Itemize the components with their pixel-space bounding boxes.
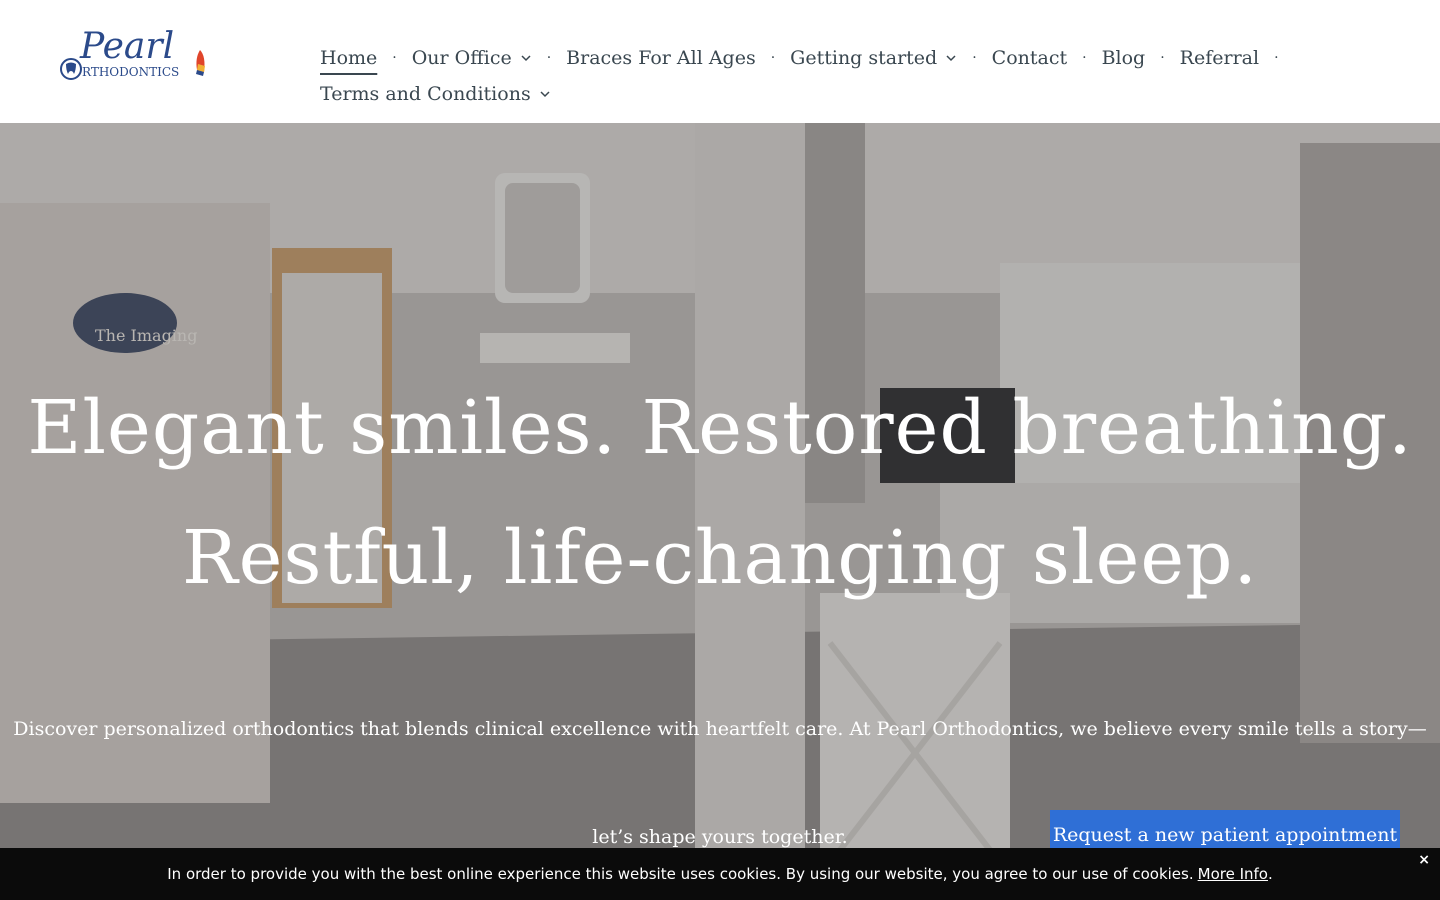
- svg-text:Pearl: Pearl: [79, 26, 174, 67]
- nav-row-2: Terms and Conditions: [320, 76, 1320, 112]
- nav-separator: ·: [1274, 50, 1279, 66]
- cookie-text: In order to provide you with the best on…: [167, 865, 1194, 883]
- nav-separator: ·: [1160, 50, 1165, 66]
- chevron-down-icon: [520, 52, 532, 64]
- nav-separator: ·: [546, 50, 552, 66]
- chevron-down-icon: [945, 52, 957, 64]
- nav-item-referral[interactable]: Referral: [1180, 47, 1259, 69]
- nav-item-terms[interactable]: Terms and Conditions: [320, 83, 551, 105]
- hero-headline-2: Restful, life-changing sleep.: [181, 515, 1259, 601]
- nav-item-blog[interactable]: Blog: [1102, 47, 1146, 69]
- nav-item-home[interactable]: Home: [320, 47, 377, 69]
- hero-headline-1: Elegant smiles. Restored breathing.: [27, 385, 1413, 471]
- tooth-logo-icon: Pearl RTHODONTICS: [60, 26, 205, 80]
- svg-text:RTHODONTICS: RTHODONTICS: [82, 65, 179, 79]
- nav-item-label: Our Office: [411, 47, 512, 69]
- cookie-more-info-link[interactable]: More Info: [1198, 865, 1268, 883]
- nav-separator: ·: [1082, 50, 1087, 66]
- nav-separator: ·: [770, 50, 776, 66]
- nav-separator: ·: [972, 50, 977, 66]
- site-logo[interactable]: Pearl RTHODONTICS: [58, 20, 213, 90]
- nav-item-contact[interactable]: Contact: [992, 47, 1067, 69]
- hero-section: The Imaging Elegant smiles. Restored bre…: [0, 123, 1440, 900]
- nav-item-label: Terms and Conditions: [320, 83, 531, 105]
- site-header: Pearl RTHODONTICS Home · Our Office · Br…: [0, 0, 1440, 123]
- close-icon[interactable]: ×: [1418, 852, 1430, 868]
- nav-row-1: Home · Our Office · Braces For All Ages …: [320, 40, 1320, 76]
- chevron-down-icon: [539, 88, 551, 100]
- cookie-period: .: [1267, 865, 1273, 883]
- nav-item-label: Getting started: [790, 47, 938, 69]
- nav-item-our-office[interactable]: Our Office: [412, 47, 532, 69]
- nav-item-braces[interactable]: Braces For All Ages: [566, 47, 756, 69]
- nav-separator: ·: [392, 50, 397, 66]
- cookie-banner: In order to provide you with the best on…: [0, 848, 1440, 900]
- nav-item-getting-started[interactable]: Getting started: [790, 47, 957, 69]
- main-nav: Home · Our Office · Braces For All Ages …: [320, 40, 1320, 112]
